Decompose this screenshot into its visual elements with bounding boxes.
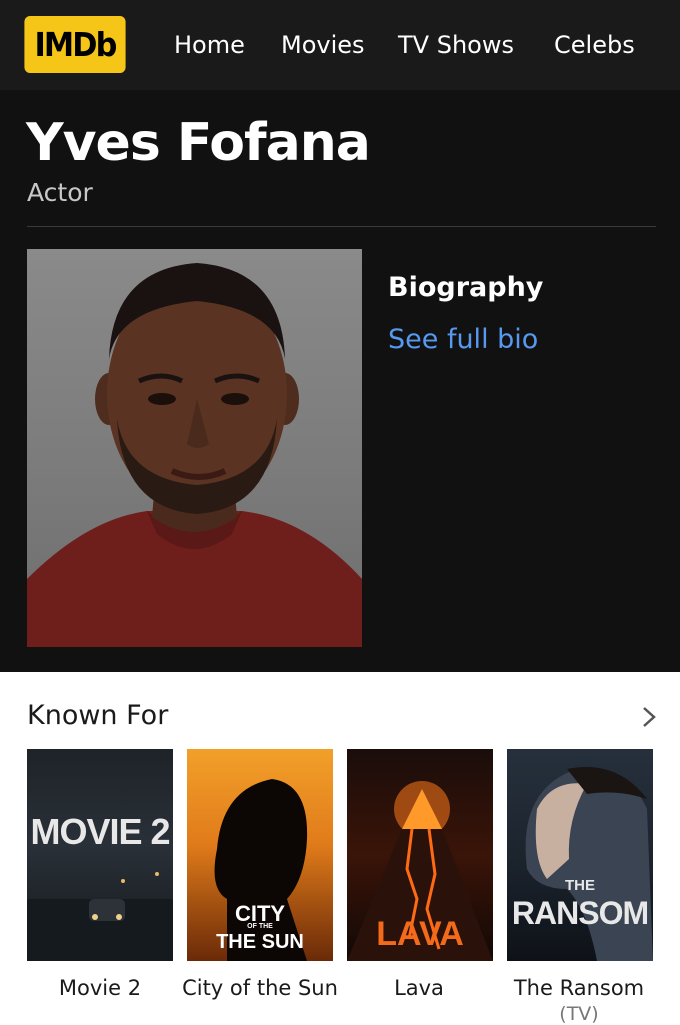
- person-photo[interactable]: [27, 249, 362, 647]
- poster-lava[interactable]: LAVA: [347, 749, 493, 961]
- caption-the-ransom[interactable]: The Ransom: [499, 976, 659, 1000]
- nav-tv-shows[interactable]: TV Shows: [398, 0, 514, 90]
- poster-art-street: [27, 872, 173, 961]
- chevron-right-icon[interactable]: [638, 704, 660, 730]
- nav-home[interactable]: Home: [174, 0, 245, 90]
- poster-title-small: THE: [565, 877, 595, 894]
- poster-title-line2: THE SUN: [216, 931, 304, 953]
- poster-title: RANSOM: [511, 895, 649, 931]
- caption-movie-2[interactable]: Movie 2: [20, 976, 180, 1000]
- top-navigation-bar: IMDb Home Movies TV Shows Celebs: [0, 0, 680, 90]
- caption-the-ransom-type: (TV): [559, 1003, 599, 1025]
- imdb-logo[interactable]: IMDb: [24, 16, 126, 73]
- person-role: Actor: [27, 178, 93, 207]
- poster-title-small: OF THE: [247, 923, 273, 930]
- known-for-heading: Known For: [27, 700, 169, 731]
- see-full-bio-link[interactable]: See full bio: [388, 324, 538, 355]
- poster-title: MOVIE 2: [30, 811, 170, 852]
- poster-the-ransom[interactable]: THE RANSOM: [507, 749, 653, 961]
- biography-heading: Biography: [388, 272, 544, 303]
- poster-movie-2[interactable]: MOVIE 2: [27, 749, 173, 961]
- divider: [27, 226, 656, 227]
- poster-city-of-the-sun[interactable]: CITY OF THE THE SUN: [187, 749, 333, 961]
- portrait-illustration: [27, 263, 362, 647]
- caption-city-of-the-sun[interactable]: City of the Sun: [180, 976, 340, 1000]
- caption-lava[interactable]: Lava: [339, 976, 499, 1000]
- person-name: Yves Fofana: [26, 113, 371, 173]
- nav-celebs[interactable]: Celebs: [554, 0, 635, 90]
- poster-title: LAVA: [376, 915, 464, 953]
- nav-movies[interactable]: Movies: [281, 0, 365, 90]
